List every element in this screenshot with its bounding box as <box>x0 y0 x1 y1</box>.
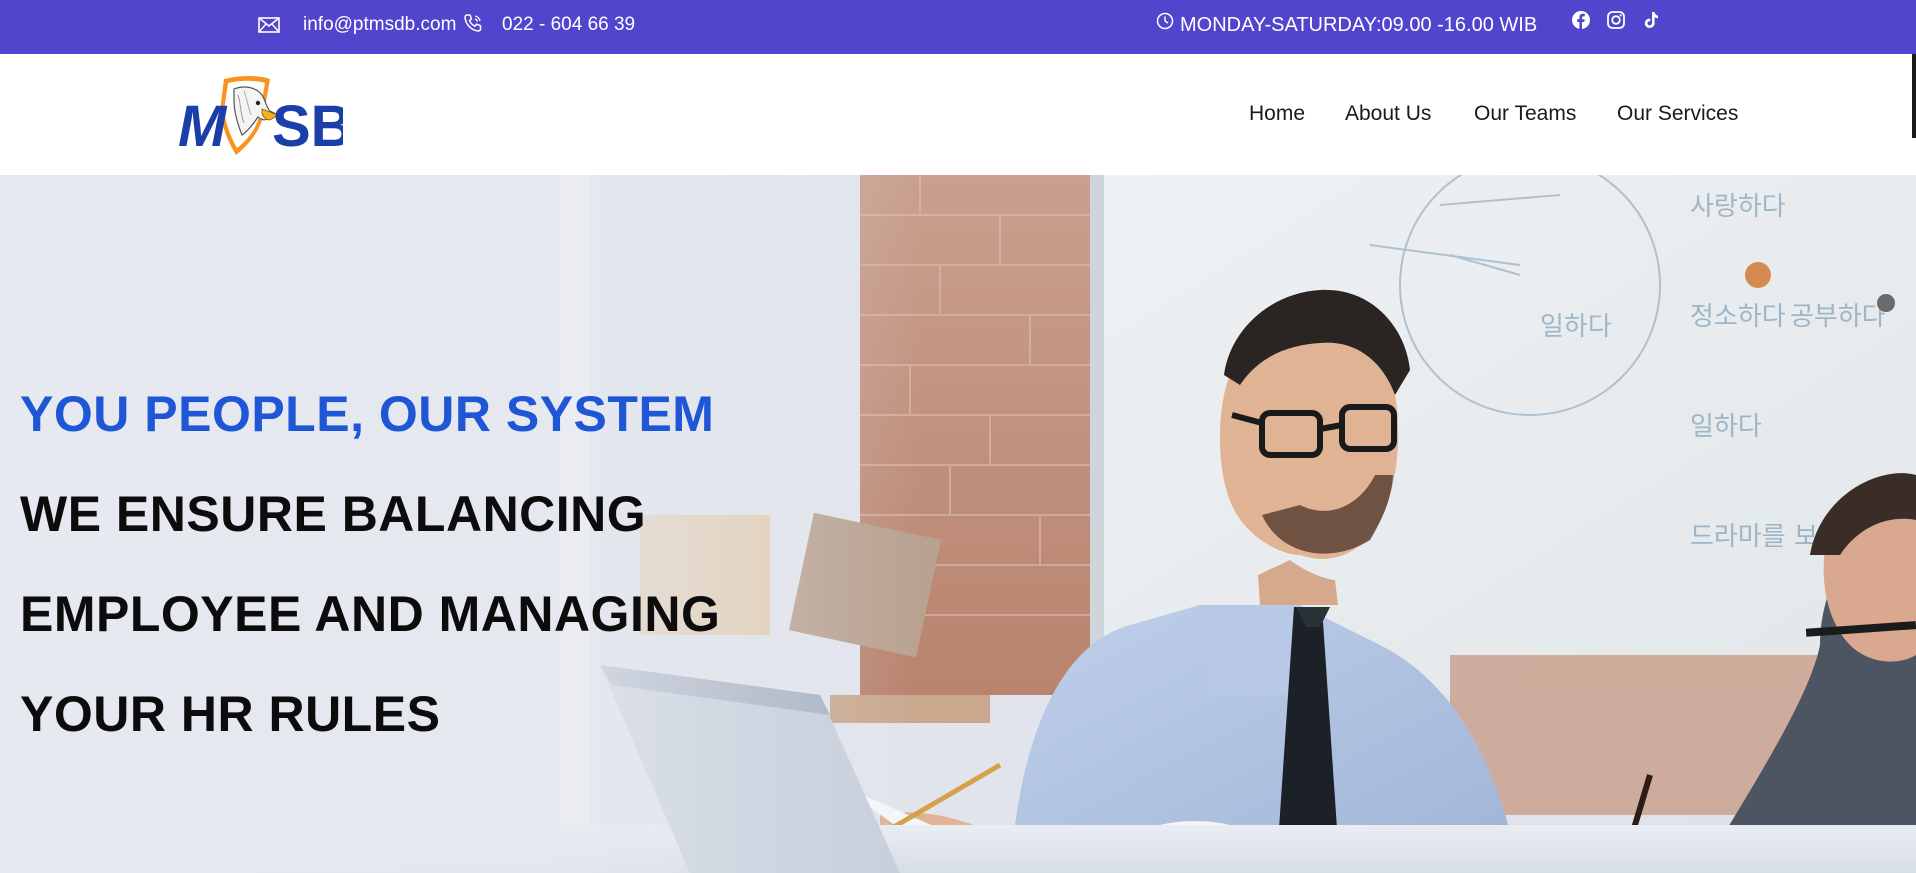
tiktok-icon[interactable] <box>1641 0 1661 45</box>
nav-about-us[interactable]: About Us <box>1345 102 1431 126</box>
clock-icon <box>1156 0 1174 46</box>
hero-line-2: EMPLOYEE AND MANAGING <box>20 586 721 642</box>
hero-headline: YOU PEOPLE, OUR SYSTEM <box>20 386 715 442</box>
email-link[interactable]: info@ptmsdb.com <box>303 0 456 50</box>
mail-icon <box>258 0 280 50</box>
hero-line-1: WE ENSURE BALANCING <box>20 486 647 542</box>
svg-text:M: M <box>178 94 228 158</box>
svg-text:SB: SB <box>272 94 343 158</box>
instagram-icon[interactable] <box>1606 0 1626 45</box>
phone-link[interactable]: 022 - 604 66 39 <box>502 0 635 50</box>
phone-icon <box>463 0 483 48</box>
scrollbar-thumb[interactable] <box>1912 54 1916 138</box>
brand-logo[interactable]: M SB <box>178 73 353 159</box>
hero-line-3: YOUR HR RULES <box>20 686 441 742</box>
nav-home[interactable]: Home <box>1249 102 1305 126</box>
site-header: M SB Home About Us Our Teams Our Service… <box>0 54 1916 175</box>
business-hours: MONDAY-SATURDAY:09.00 -16.00 WIB <box>1180 13 1538 36</box>
facebook-icon[interactable] <box>1571 0 1591 45</box>
top-contact-bar: info@ptmsdb.com 022 - 604 66 39 MONDAY-S… <box>0 0 1916 54</box>
hero-banner: 일하다 사랑하다 정소하다 공부하다 일하다 드라마를 보다 <box>0 175 1916 873</box>
nav-our-services[interactable]: Our Services <box>1617 102 1738 126</box>
nav-our-teams[interactable]: Our Teams <box>1474 102 1576 126</box>
